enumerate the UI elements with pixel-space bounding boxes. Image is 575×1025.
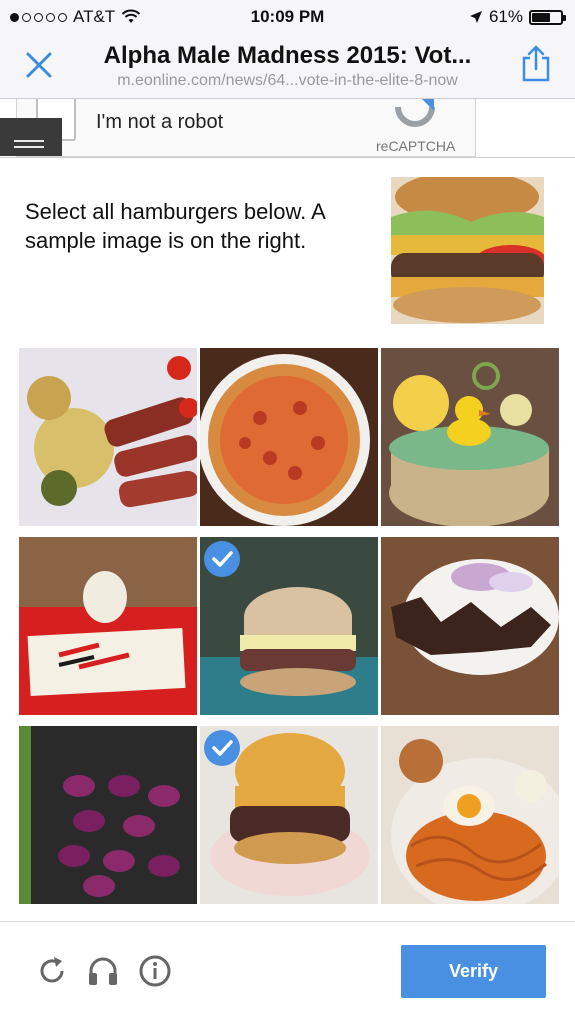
reload-icon[interactable] (35, 954, 69, 988)
image-tile-8[interactable] (200, 726, 378, 904)
recaptcha-logo-icon (395, 99, 435, 127)
recaptcha-label: I'm not a robot (96, 111, 224, 133)
location-arrow-icon (469, 11, 482, 23)
battery-percent: 61% (488, 7, 523, 26)
image-tile-4[interactable] (19, 537, 197, 715)
image-tile-1[interactable] (19, 348, 197, 526)
verify-button[interactable]: Verify (401, 945, 546, 998)
image-tile-3[interactable] (381, 348, 559, 526)
recaptcha-brand: reCAPTCHA (376, 138, 456, 154)
status-right: 61% (469, 7, 566, 27)
info-icon[interactable] (138, 954, 172, 988)
menu-icon[interactable] (0, 118, 62, 156)
headphones-icon[interactable] (86, 954, 120, 988)
battery-icon (529, 9, 566, 25)
page-title: Alpha Male Madness 2015: Vot... (103, 42, 472, 69)
share-icon[interactable] (519, 44, 553, 84)
image-tile-9[interactable] (381, 726, 559, 904)
footer-divider (0, 921, 575, 922)
selected-checkmark-icon (204, 541, 240, 577)
selected-checkmark-icon (204, 730, 240, 766)
status-bar: AT&T 10:09 PM 61% (0, 0, 575, 34)
image-tile-7[interactable] (19, 726, 197, 904)
image-tile-5[interactable] (200, 537, 378, 715)
challenge-prompt: Select all hamburgers below. A sample im… (25, 199, 325, 253)
close-icon[interactable] (22, 48, 56, 82)
image-tile-6[interactable] (381, 537, 559, 715)
page-url[interactable]: m.eonline.com/news/64...vote-in-the-elit… (70, 72, 505, 90)
sample-image (391, 177, 544, 324)
image-tile-2[interactable] (200, 348, 378, 526)
